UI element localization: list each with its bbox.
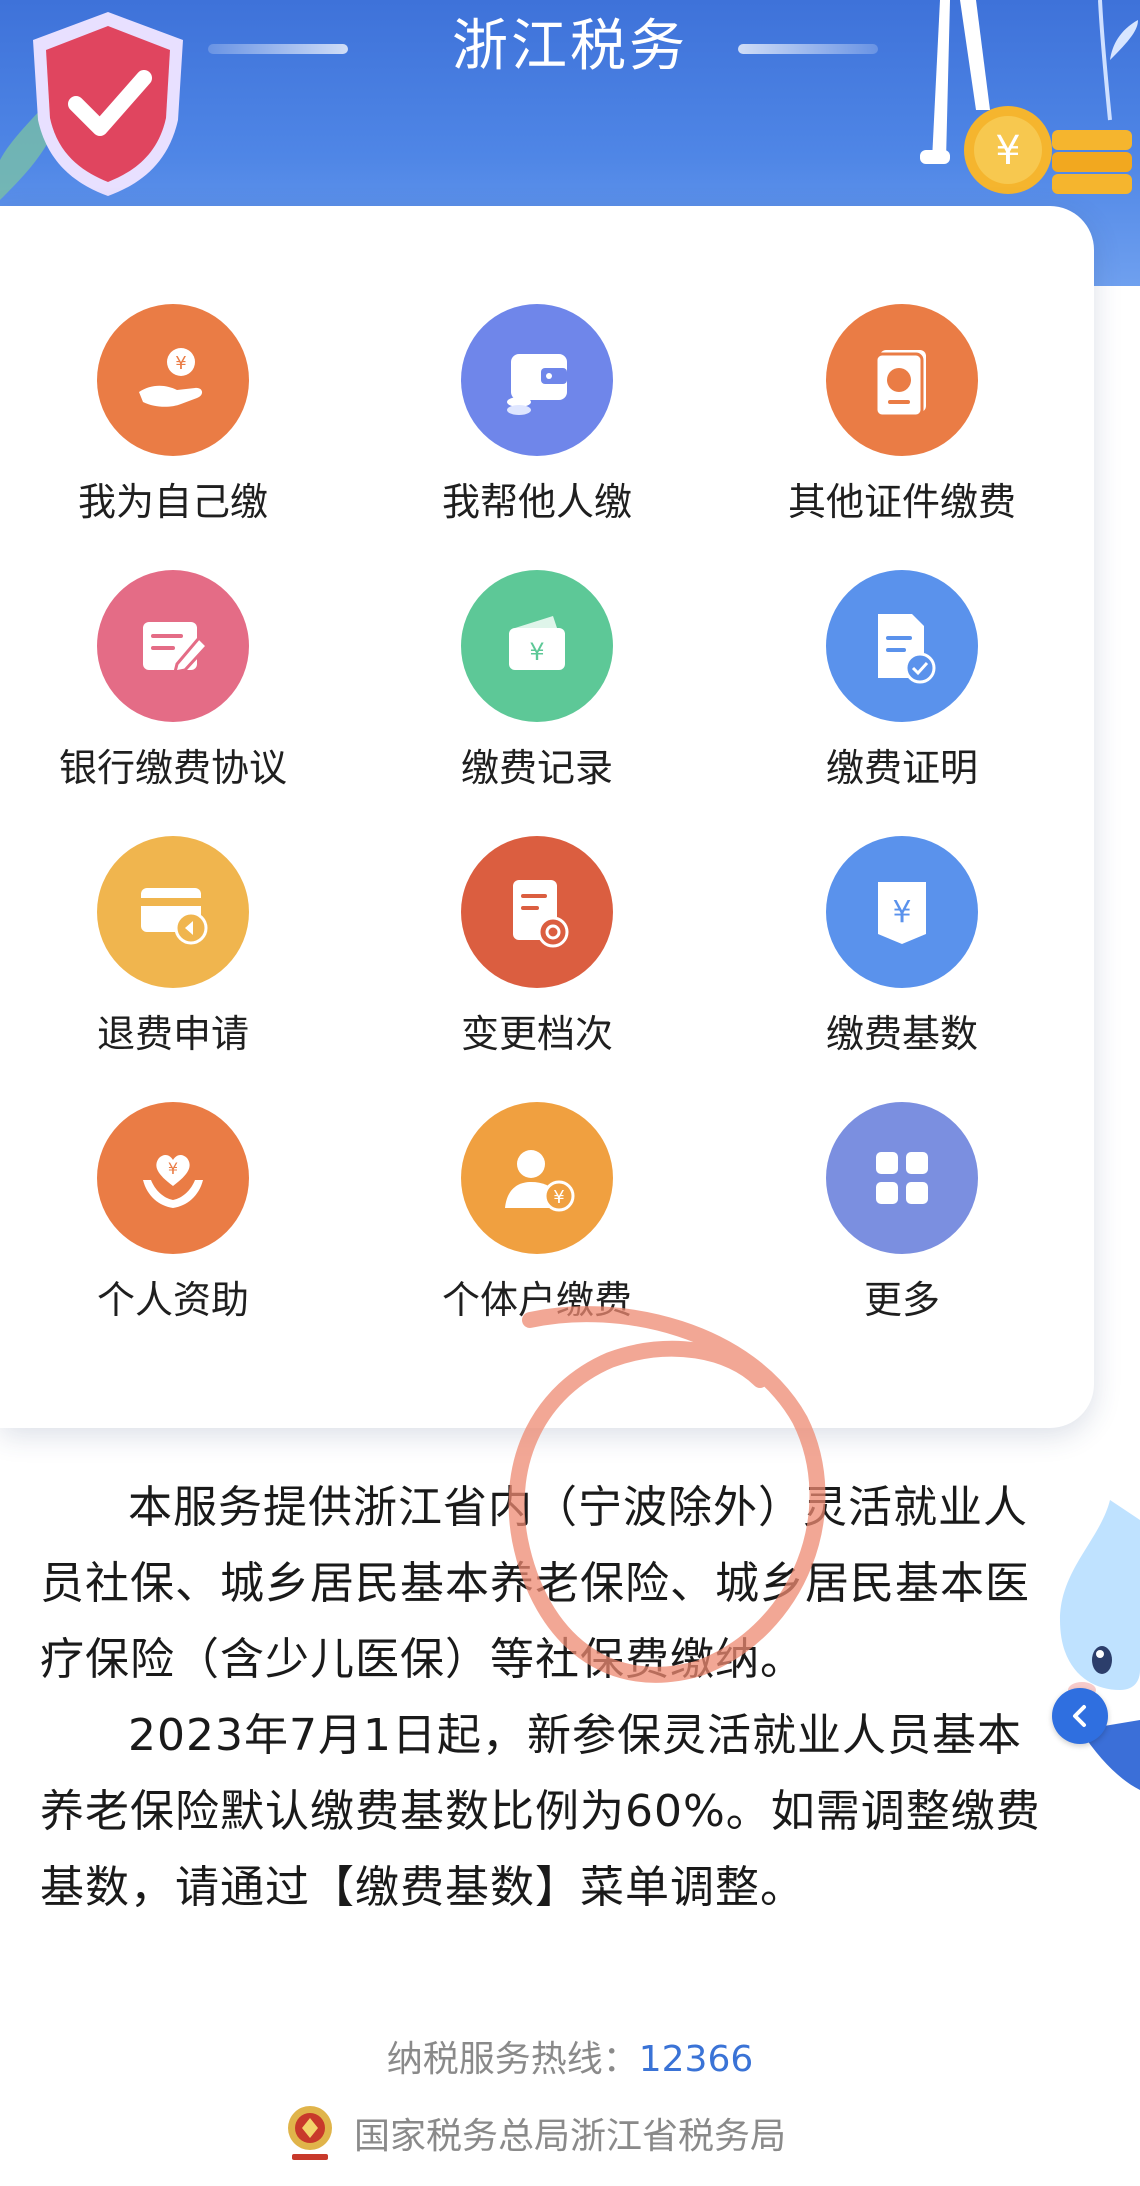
svg-text:¥: ¥: [553, 1187, 564, 1208]
menu-item-refund-application[interactable]: 退费申请: [23, 836, 323, 1058]
svg-text:¥: ¥: [168, 1159, 178, 1178]
menu-item-label: 变更档次: [460, 1012, 613, 1056]
document-change-icon: [461, 836, 613, 988]
description-paragraph: 本服务提供浙江省内（宁波除外）灵活就业人员社保、城乡居民基本养老保险、城乡居民基…: [40, 1482, 1030, 1685]
svg-text:¥: ¥: [175, 353, 186, 374]
menu-item-label: 其他证件缴费: [787, 480, 1016, 524]
menu-item-payment-certificate[interactable]: 缴费证明: [752, 570, 1052, 792]
svg-text:¥: ¥: [529, 638, 544, 666]
menu-item-label: 退费申请: [96, 1012, 249, 1056]
svg-text:¥: ¥: [892, 895, 911, 930]
description-paragraph: 2023年7月1日起，新参保灵活就业人员基本养老保险默认缴费基数比例为60%。如…: [40, 1710, 1041, 1913]
menu-item-label: 缴费证明: [825, 746, 978, 790]
person-coins-illustration: ¥: [920, 0, 1138, 194]
heart-hands-icon: ¥: [97, 1102, 249, 1254]
tax-emblem-icon: [288, 2106, 332, 2160]
menu-item-pay-self[interactable]: ¥ 我为自己缴: [23, 304, 323, 526]
menu-item-payment-base[interactable]: ¥ 缴费基数: [752, 836, 1052, 1058]
bureau-footer: 国家税务总局浙江省税务局: [280, 2098, 786, 2168]
menu-item-label: 个人资助: [96, 1278, 249, 1322]
menu-item-label: 个体户缴费: [441, 1278, 632, 1322]
menu-item-pay-others[interactable]: 我帮他人缴: [387, 304, 687, 526]
menu-item-individual-business-pay[interactable]: ¥ 个体户缴费: [387, 1102, 687, 1324]
card-refund-icon: [97, 836, 249, 988]
document-edit-icon: [97, 570, 249, 722]
service-description: 本服务提供浙江省内（宁波除外）灵活就业人员社保、城乡居民基本养老保险、城乡居民基…: [40, 1470, 1050, 1926]
menu-item-label: 缴费基数: [825, 1012, 978, 1056]
menu-item-label: 更多: [863, 1278, 940, 1322]
menu-item-label: 我帮他人缴: [441, 480, 632, 524]
menu-item-label: 我为自己缴: [77, 480, 268, 524]
svg-text:¥: ¥: [995, 128, 1020, 174]
service-menu-card: ¥ 我为自己缴 我帮他人缴 其他证件缴费 银行缴费协议 ¥ 缴费记录 缴费证明 …: [0, 206, 1094, 1428]
menu-item-bank-agreement[interactable]: 银行缴费协议: [23, 570, 323, 792]
menu-item-other-id-pay[interactable]: 其他证件缴费: [752, 304, 1052, 526]
passport-icon: [826, 304, 978, 456]
menu-item-label: 缴费记录: [460, 746, 613, 790]
wallet-coins-icon: [461, 304, 613, 456]
menu-item-personal-aid[interactable]: ¥ 个人资助: [23, 1102, 323, 1324]
hotline: 纳税服务热线：12366: [0, 2030, 1140, 2082]
hotline-number[interactable]: 12366: [639, 2039, 754, 2080]
yuan-tag-icon: ¥: [826, 836, 978, 988]
grid-more-icon: [826, 1102, 978, 1254]
chevron-left-icon: [1073, 1705, 1086, 1727]
menu-item-more[interactable]: 更多: [752, 1102, 1052, 1324]
title-deco-right: [738, 44, 878, 54]
menu-item-payment-records[interactable]: ¥ 缴费记录: [387, 570, 687, 792]
hand-yuan-icon: ¥: [97, 304, 249, 456]
hotline-label: 纳税服务热线：: [386, 2039, 639, 2080]
menu-item-change-level[interactable]: 变更档次: [387, 836, 687, 1058]
bureau-name: 国家税务总局浙江省税务局: [354, 2116, 787, 2157]
mascot-droplet: [1060, 1500, 1140, 1790]
certificate-check-icon: [826, 570, 978, 722]
wallet-yuan-icon: ¥: [461, 570, 613, 722]
person-yuan-icon: ¥: [461, 1102, 613, 1254]
menu-item-label: 银行缴费协议: [58, 746, 287, 790]
collapse-side-button[interactable]: [1052, 1688, 1108, 1744]
